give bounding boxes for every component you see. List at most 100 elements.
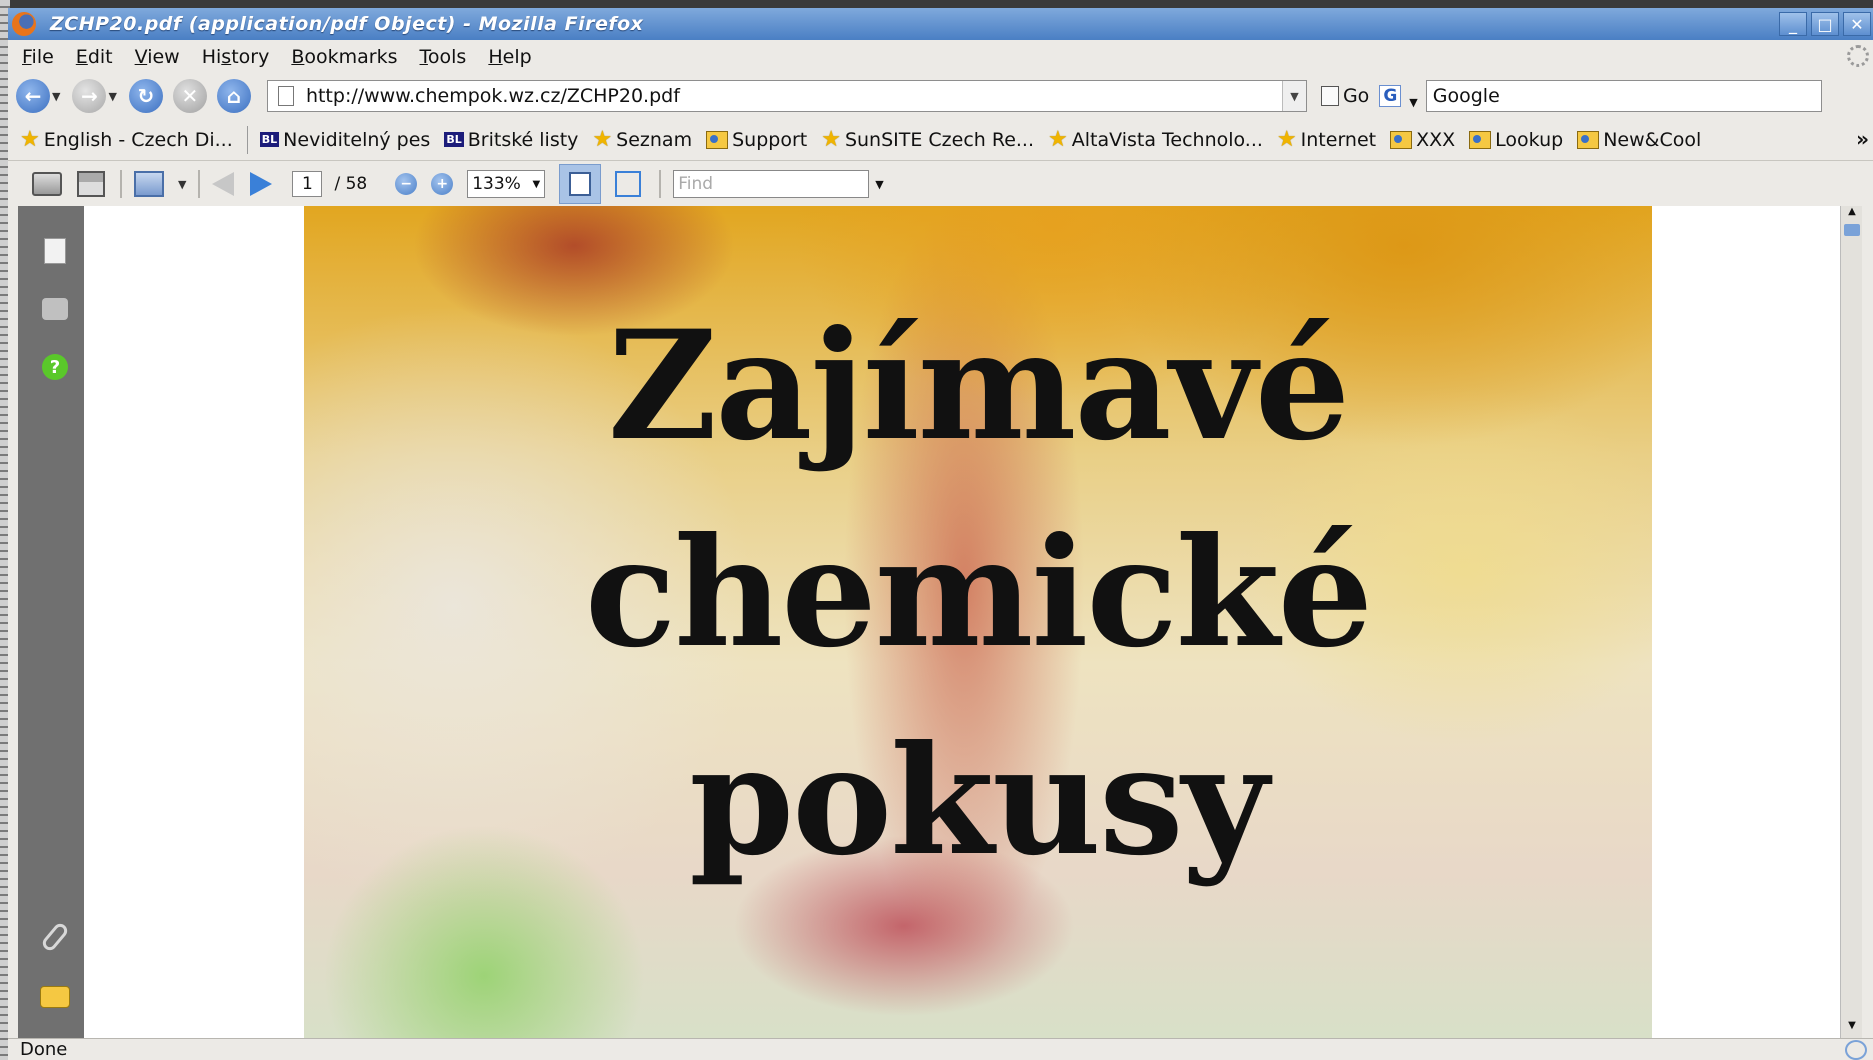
zoom-value: 133% [472,174,521,194]
bl-icon: BL [259,132,280,147]
menu-view[interactable]: View [135,46,180,68]
toolbar-separator [120,170,122,198]
menu-help[interactable]: Help [488,46,531,68]
menu-bookmarks[interactable]: Bookmarks [291,46,397,68]
find-dropdown-icon[interactable]: ▼ [875,178,883,191]
bookmark-internet[interactable]: ★ Internet [1277,127,1376,152]
help-icon: ? [42,354,68,380]
fit-page-button[interactable] [615,171,642,197]
reload-button[interactable]: ↻ [128,79,163,113]
bookmark-label: New&Cool [1603,128,1702,151]
save-copy-dropdown-icon[interactable]: ▼ [178,178,186,191]
zoom-out-button[interactable]: − [395,173,418,195]
bl-icon: BL [444,132,464,147]
document-title-line-1: Zajímavé [607,298,1350,474]
printer-icon [32,172,62,196]
save-copy-icon [134,171,164,197]
pages-panel-button[interactable] [40,236,70,266]
search-engine-icon[interactable]: G [1379,85,1402,107]
search-panel-button[interactable] [40,294,70,324]
page-number-input[interactable]: 1 [292,171,323,197]
pdf-sidebar: ? [18,206,84,1038]
bookmark-english-czech[interactable]: ★ English - Czech Di... [20,127,233,152]
bookmark-altavista[interactable]: ★ AltaVista Technolo... [1048,127,1263,152]
menu-edit[interactable]: Edit [76,46,113,68]
comments-icon [40,986,70,1008]
page-count: / 58 [334,174,368,194]
menu-tools[interactable]: Tools [420,46,467,68]
bookmarks-toolbar: ★ English - Czech Di... BL Neviditelný pes… [8,119,1873,161]
fit-width-icon [569,172,592,196]
comments-button[interactable] [40,982,70,1012]
pages-icon [44,238,66,264]
live-bookmark-folder-icon [706,130,729,149]
bookmark-label: SunSITE Czech Re... [844,128,1035,151]
forward-history-dropdown-icon[interactable]: ▼ [108,90,116,103]
zoom-in-button[interactable]: + [431,173,454,195]
next-page-arrow-icon[interactable] [250,172,273,196]
firefox-logo-icon [12,12,36,36]
bookmark-neviditelny-pes[interactable]: BL Neviditelný pes [259,128,431,151]
bookmark-folder-support[interactable]: Support [706,129,807,151]
scrollbar-thumb[interactable] [1844,224,1860,236]
bookmark-label: English - Czech Di... [43,128,233,151]
scroll-down-arrow-icon[interactable]: ▼ [1841,1020,1862,1038]
url-bar[interactable]: http://www.chempok.wz.cz/ZCHP20.pdf ▼ [266,80,1307,112]
close-button[interactable]: ✕ [1843,12,1871,36]
url-text[interactable]: http://www.chempok.wz.cz/ZCHP20.pdf [306,85,1282,107]
go-label: Go [1342,85,1370,107]
vertical-scrollbar[interactable]: ▲ ▼ [1840,206,1862,1038]
home-button[interactable]: ⌂ [216,79,251,113]
window-controls: _ □ ✕ [1779,12,1871,36]
go-icon [1320,86,1339,106]
window-title: ZCHP20.pdf (application/pdf Object) - Mo… [50,13,644,35]
pdf-page: Zajímavé chemické pokusy [304,206,1652,1038]
live-bookmark-folder-icon [1469,130,1492,149]
toolbar-separator [659,170,662,198]
disk-icon [77,171,105,197]
back-button[interactable]: ← [16,79,50,113]
minimize-button[interactable]: _ [1779,12,1807,36]
fit-width-button[interactable] [559,164,602,204]
navigation-toolbar: ← ▼ → ▼ ↻ ✕ ⌂ http://www.chempok.wz.cz/Z… [8,73,1873,119]
bookmark-folder-xxx[interactable]: XXX [1390,129,1455,151]
maximize-button[interactable]: □ [1811,12,1839,36]
bookmark-seznam[interactable]: ★ Seznam [592,127,692,152]
back-history-dropdown-icon[interactable]: ▼ [52,90,60,103]
pdf-toolbar: ▼ 1 / 58 − + 133% ▼ Find ▼ [18,162,1863,206]
bookmark-label: Support [732,128,808,151]
search-engine-dropdown-icon[interactable]: ▼ [1409,96,1417,109]
scroll-up-arrow-icon[interactable]: ▲ [1841,206,1862,224]
forward-button[interactable]: → [72,79,107,113]
status-text: Done [20,1039,68,1060]
print-button[interactable] [32,170,62,198]
title-bar: ZCHP20.pdf (application/pdf Object) - Mo… [8,8,1873,40]
page-icon [277,86,294,106]
url-history-dropdown-icon[interactable]: ▼ [1281,81,1306,111]
find-input[interactable]: Find [673,170,870,198]
stop-button[interactable]: ✕ [172,79,207,113]
go-button[interactable]: Go [1320,85,1370,107]
bookmark-label: Neviditelný pes [283,128,431,151]
status-bar: Done [8,1038,1873,1060]
star-icon: ★ [1048,127,1068,152]
bookmarks-overflow-chevron-icon[interactable]: » [1856,127,1869,151]
menu-file[interactable]: File [22,46,54,68]
help-button[interactable]: ? [40,352,70,382]
paperclip-icon [39,921,71,953]
previous-page-arrow-icon[interactable] [212,172,235,196]
bookmark-folder-newcool[interactable]: New&Cool [1577,129,1701,151]
zoom-select[interactable]: 133% ▼ [467,170,546,198]
search-input[interactable]: Google [1425,80,1822,112]
pdf-viewer[interactable]: Zajímavé chemické pokusy ▲ ▼ [84,206,1862,1038]
bookmark-britske-listy[interactable]: BL Britské listy [444,129,578,151]
document-title-line-2: chemické [584,505,1373,681]
save-button[interactable] [76,170,106,198]
bookmark-sunsite[interactable]: ★ SunSITE Czech Re... [821,127,1034,152]
attachments-button[interactable] [39,921,71,953]
toolbar-separator [198,170,201,198]
bookmark-folder-lookup[interactable]: Lookup [1469,129,1563,151]
save-copy-button[interactable] [134,170,164,198]
firefox-window: ZCHP20.pdf (application/pdf Object) - Mo… [8,8,1873,1060]
menu-history[interactable]: History [202,46,270,68]
